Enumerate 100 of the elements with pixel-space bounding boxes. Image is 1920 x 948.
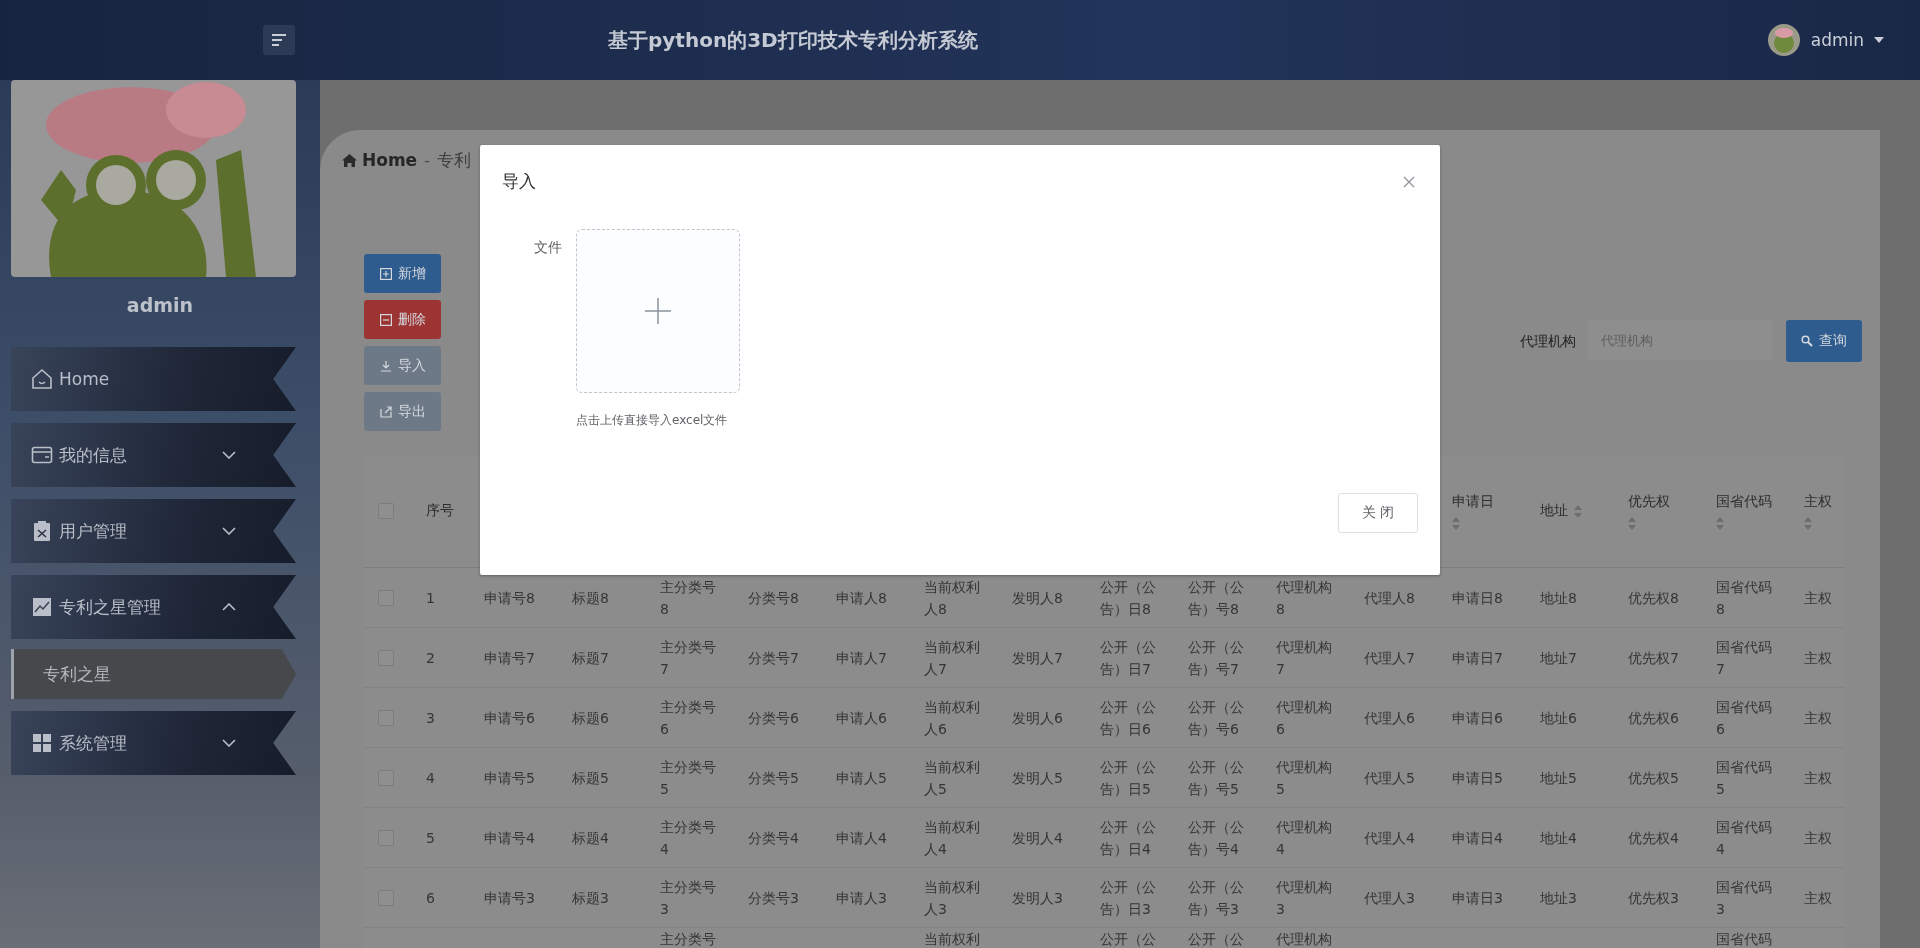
table-cell-text: 优先权7: [1627, 648, 1680, 668]
table-cell-text: 当前权利人4: [923, 817, 981, 859]
export-icon: [379, 405, 392, 418]
table-cell-text: 标题7: [571, 648, 610, 668]
breadcrumb-link[interactable]: Home: [362, 150, 418, 170]
search-button[interactable]: 查询: [1786, 320, 1862, 362]
minus-square-icon: [379, 313, 392, 326]
caret-icon[interactable]: [1874, 36, 1884, 44]
table-cell-text: 申请人4: [835, 828, 888, 848]
sidebar-menu-item[interactable]: 用户管理: [11, 499, 296, 563]
table-cell-text: 国省代码5: [1715, 757, 1773, 799]
sort-icon[interactable]: [1574, 504, 1582, 518]
table-cell-text: 地址3: [1539, 888, 1578, 908]
table-cell-text: 分类号3: [747, 888, 800, 908]
chevron-down-icon: [222, 527, 236, 535]
breadcrumb-separator: -: [423, 150, 431, 170]
sort-icon[interactable]: [1804, 516, 1812, 530]
avatar-icon[interactable]: [1766, 23, 1801, 57]
table-cell-text: 代理机构5: [1275, 757, 1333, 799]
table-cell-text: 地址8: [1539, 588, 1578, 608]
column-header: 主权: [1804, 492, 1832, 511]
table-cell-text: 主权: [1803, 708, 1833, 728]
table-cell-text: 代理机构: [1275, 930, 1333, 948]
table-cell-text: 国省代码: [1715, 930, 1773, 948]
table-cell-text: 公开（公告）号3: [1187, 877, 1245, 919]
table-cell-text: 地址7: [1539, 648, 1578, 668]
table-cell-text: 公开（公告）日6: [1099, 697, 1157, 739]
chevron-down-icon: [222, 739, 236, 747]
table-cell-text: 代理人6: [1363, 708, 1416, 728]
toolbar-button[interactable]: 导出: [364, 392, 441, 431]
table-cell-text: 国省代码8: [1715, 577, 1773, 619]
chevron-down-icon: [222, 451, 236, 459]
sidebar-submenu-item[interactable]: 专利之星: [11, 649, 296, 699]
table-cell-text: 公开（公告）日4: [1099, 817, 1157, 859]
table-cell-text: 标题6: [571, 708, 610, 728]
sidebar-menu-item[interactable]: 系统管理: [11, 711, 296, 775]
table-cell-text: 公开（公: [1187, 930, 1245, 948]
table-cell-text: 分类号7: [747, 648, 800, 668]
toolbar-button[interactable]: 删除: [364, 300, 441, 339]
search-icon: [1801, 335, 1813, 347]
toolbar-button[interactable]: 导入: [364, 346, 441, 385]
table-cell-text: 国省代码3: [1715, 877, 1773, 919]
table-cell-text: 主权: [1803, 888, 1833, 908]
table-cell-text: 地址6: [1539, 708, 1578, 728]
table-cell-text: 主分类号8: [659, 577, 717, 619]
close-button[interactable]: 关 闭: [1338, 493, 1418, 533]
table-cell-text: 申请号3: [483, 888, 536, 908]
search-label: 代理机构: [1520, 332, 1576, 351]
chevron-up-icon: [222, 603, 236, 611]
table-cell-text: 申请号5: [483, 768, 536, 788]
table-cell-text: 2: [425, 648, 436, 668]
table-cell-text: 标题3: [571, 888, 610, 908]
table-cell-text: 公开（公告）日5: [1099, 757, 1157, 799]
upload-hint: 点击上传直接导入excel文件: [576, 412, 728, 429]
table-cell-text: 1: [425, 588, 436, 608]
table-cell-text: 分类号6: [747, 708, 800, 728]
table-cell-text: 申请号7: [483, 648, 536, 668]
toolbar-button[interactable]: 新增: [364, 254, 441, 293]
table-cell-text: 公开（公告）日8: [1099, 577, 1157, 619]
table-cell-text: 申请人5: [835, 768, 888, 788]
table-cell-text: 申请日3: [1451, 888, 1504, 908]
plus-square-icon: [379, 267, 392, 280]
table-cell-text: 6: [425, 888, 436, 908]
sort-icon[interactable]: [1716, 516, 1724, 530]
close-icon[interactable]: [1403, 175, 1415, 188]
table-cell-text: 申请人6: [835, 708, 888, 728]
table-cell-text: 优先权5: [1627, 768, 1680, 788]
table-cell-text: 主分类号6: [659, 697, 717, 739]
sort-icon[interactable]: [1628, 516, 1636, 530]
sidebar-menu-item[interactable]: 专利之星管理: [11, 575, 296, 639]
table-cell-text: 标题5: [571, 768, 610, 788]
grid-icon: [31, 732, 53, 754]
table-cell-text: 主分类号3: [659, 877, 717, 919]
table-cell-text: 标题4: [571, 828, 610, 848]
clipboard-icon: [31, 520, 53, 542]
table-cell-text: 国省代码6: [1715, 697, 1773, 739]
breadcrumb-item: 专利: [436, 148, 471, 172]
table-cell-text: 代理人7: [1363, 648, 1416, 668]
table-cell-text: 主分类号4: [659, 817, 717, 859]
menu-button[interactable]: [263, 25, 295, 55]
table-cell-text: 公开（公告）号8: [1187, 577, 1245, 619]
column-header: 申请日: [1452, 492, 1494, 511]
sidebar-menu-item[interactable]: Home: [11, 347, 296, 411]
table-cell-text: 代理人4: [1363, 828, 1416, 848]
table-cell-text: 当前权利: [923, 930, 981, 948]
table-cell-text: 主权: [1803, 588, 1833, 608]
upload-area[interactable]: [576, 229, 740, 393]
plus-icon: [644, 297, 672, 325]
table-cell-text: 标题8: [571, 588, 610, 608]
sort-icon[interactable]: [1452, 516, 1460, 530]
column-header: 地址: [1540, 502, 1568, 520]
table-cell-text: 主权: [1803, 768, 1833, 788]
table-cell-text: 优先权6: [1627, 708, 1680, 728]
sidebar-menu-item[interactable]: 我的信息: [11, 423, 296, 487]
table-cell-text: 发明人3: [1011, 888, 1064, 908]
table-cell-text: 申请人8: [835, 588, 888, 608]
column-header: 序号: [426, 502, 454, 520]
table-cell-text: 申请日6: [1451, 708, 1504, 728]
user-name[interactable]: admin: [1810, 30, 1864, 50]
table-cell-text: 申请日4: [1451, 828, 1504, 848]
